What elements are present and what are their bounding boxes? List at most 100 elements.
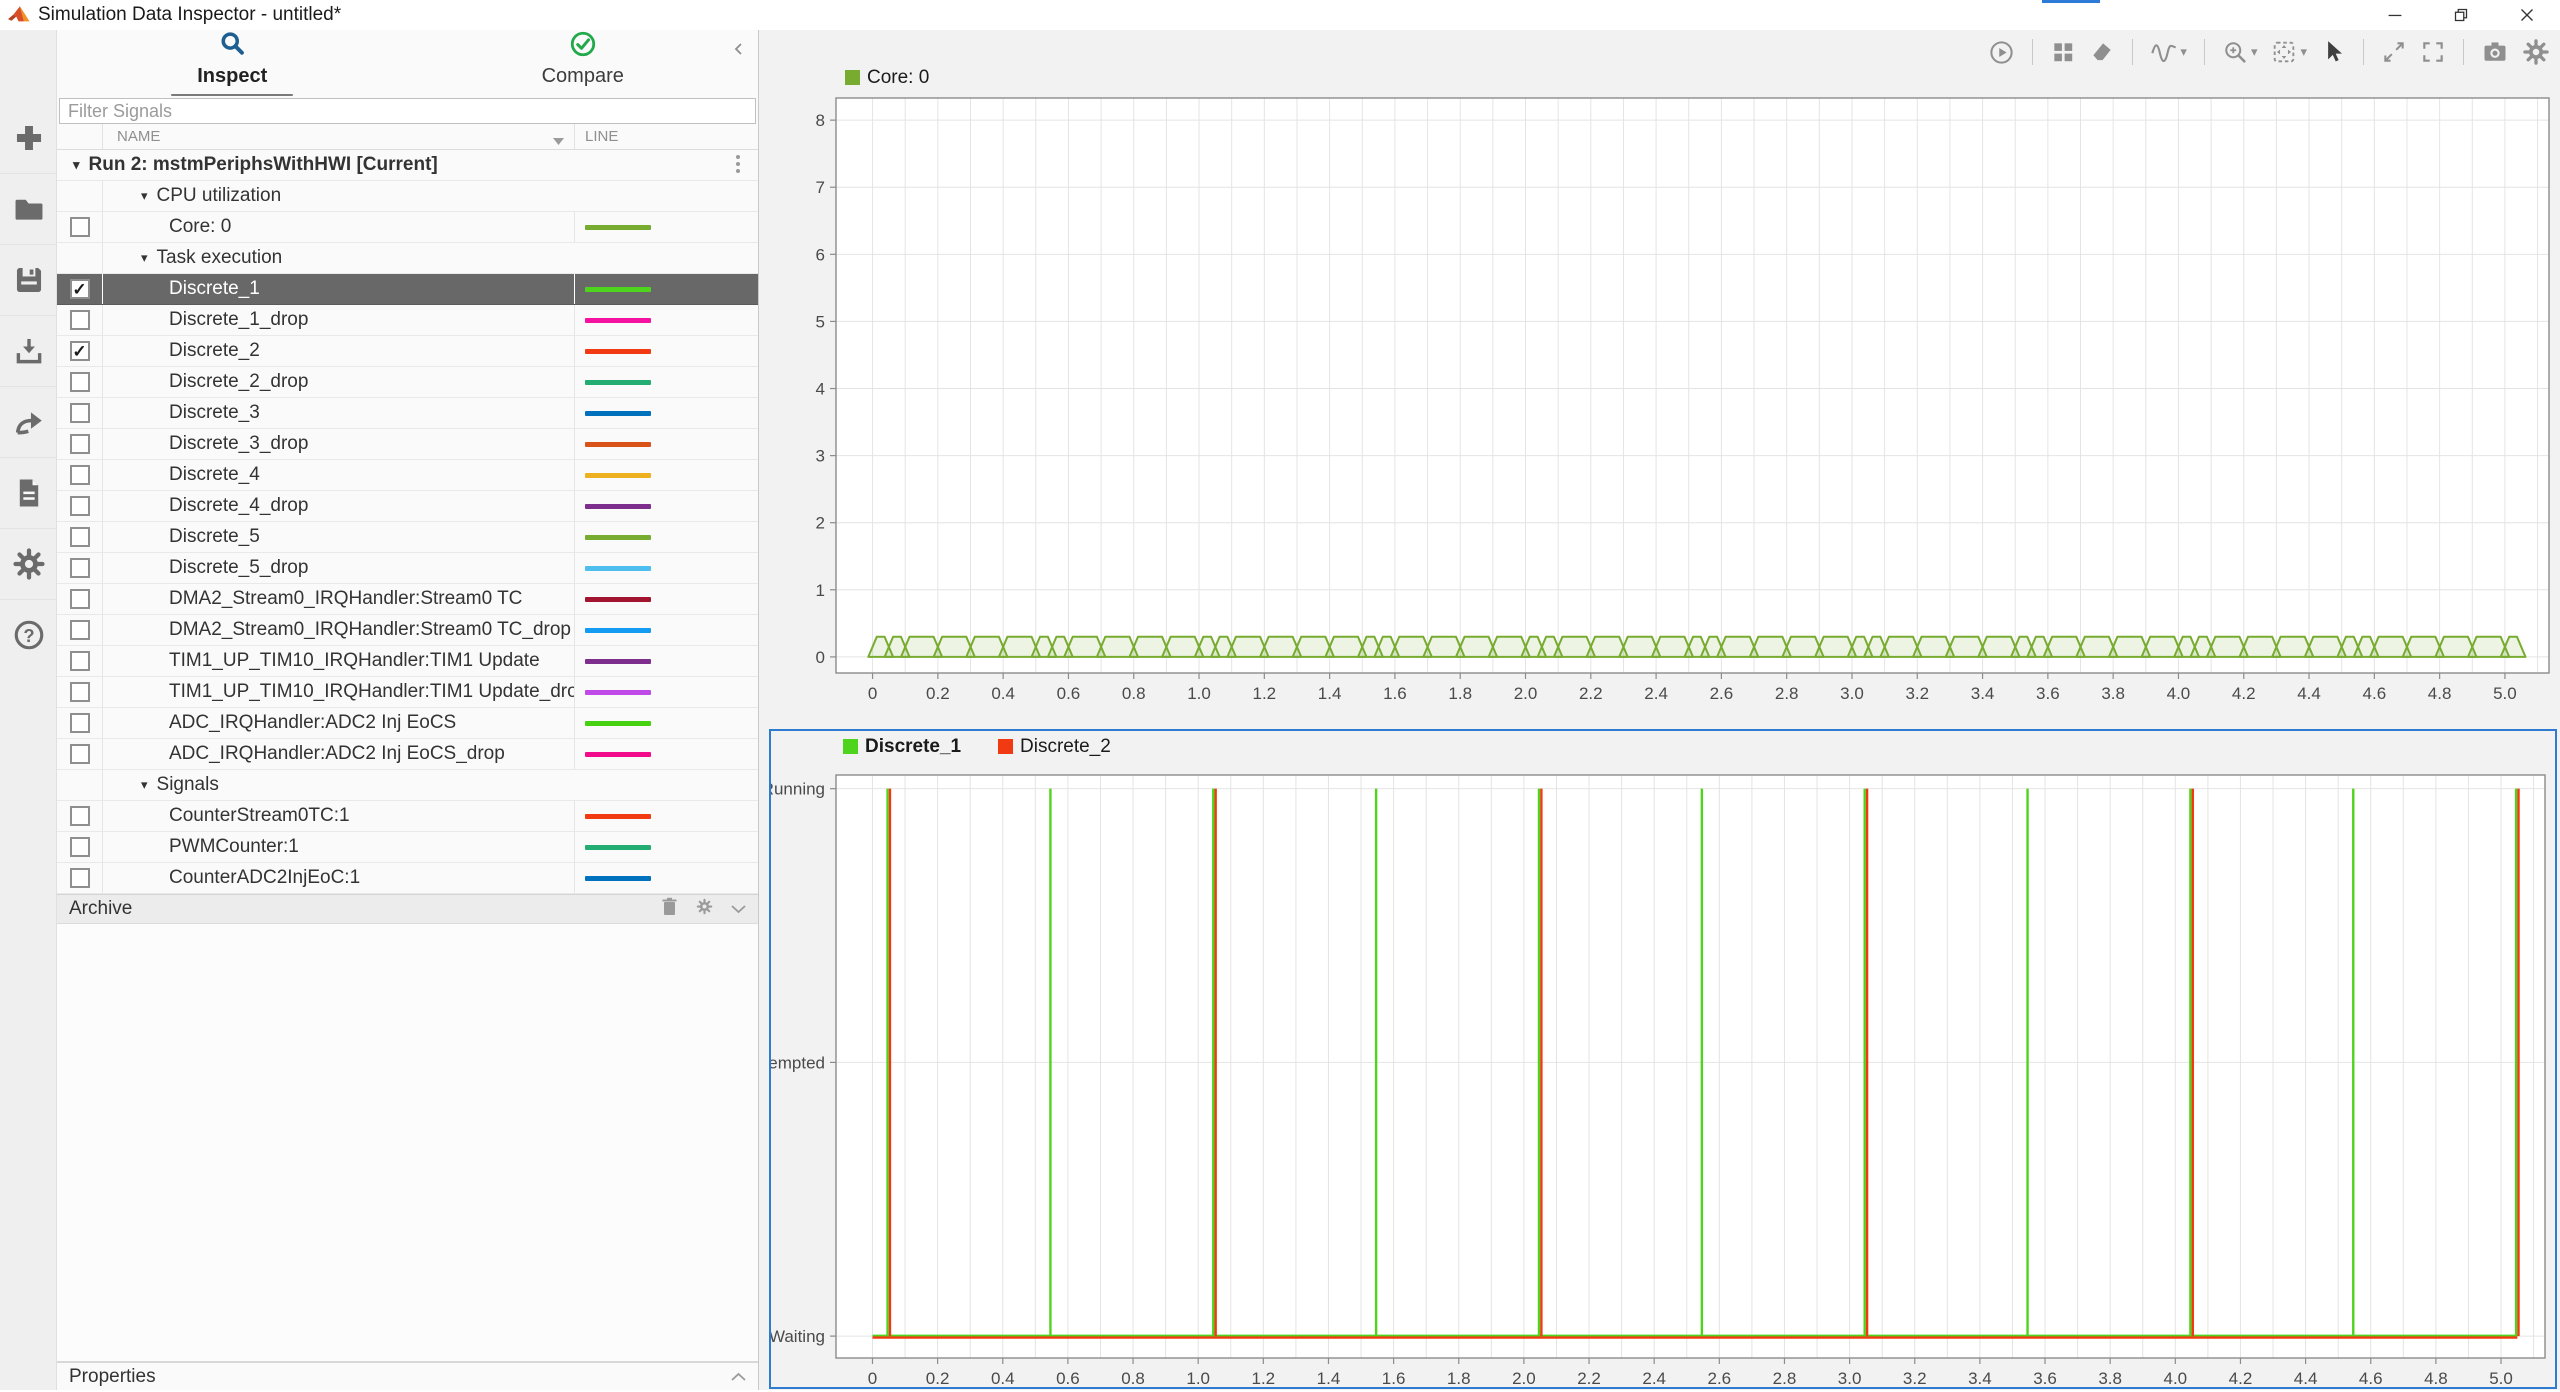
line-style-cell[interactable] (574, 212, 758, 242)
run-row[interactable]: ▾Run 2: mstmPeriphsWithHWI [Current] (57, 150, 758, 181)
archive-delete-icon[interactable] (661, 897, 678, 922)
expand-triangle-icon[interactable]: ▾ (141, 250, 148, 266)
group-row[interactable]: ▾CPU utilization (57, 181, 758, 212)
signal-row[interactable]: CounterStream0TC:1 (57, 801, 758, 832)
line-style-cell[interactable] (574, 801, 758, 831)
checkbox-cell[interactable] (57, 739, 103, 769)
signal-row[interactable]: Discrete_3 (57, 398, 758, 429)
expand-triangle-icon[interactable]: ▾ (73, 157, 80, 173)
line-style-cell[interactable] (574, 336, 758, 366)
checkbox-unchecked[interactable] (70, 527, 90, 547)
dropdown-caret-icon[interactable]: ▾ (2180, 44, 2187, 60)
line-style-cell[interactable] (574, 367, 758, 397)
tab-inspect[interactable]: Inspect (57, 30, 408, 96)
column-line[interactable]: LINE (574, 124, 758, 149)
expand-triangle-icon[interactable]: ▾ (141, 777, 148, 793)
run-menu-icon[interactable] (736, 155, 740, 173)
import-icon[interactable] (0, 315, 57, 386)
signal-row[interactable]: Core: 0 (57, 212, 758, 243)
column-name[interactable]: NAME (103, 124, 574, 149)
tab-compare[interactable]: Compare (408, 30, 759, 96)
line-style-cell[interactable] (574, 615, 758, 645)
checkbox-unchecked[interactable] (70, 589, 90, 609)
checkbox-checked[interactable]: ✓ (70, 341, 90, 361)
checkbox-cell[interactable] (57, 398, 103, 428)
archive-settings-icon[interactable] (696, 898, 713, 921)
checkbox-unchecked[interactable] (70, 465, 90, 485)
signal-row[interactable]: PWMCounter:1 (57, 832, 758, 863)
group-row[interactable]: ▾Signals (57, 770, 758, 801)
line-style-cell[interactable] (574, 553, 758, 583)
signal-row[interactable]: TIM1_UP_TIM10_IRQHandler:TIM1 Update (57, 646, 758, 677)
checkbox-cell[interactable] (57, 646, 103, 676)
checkbox-checked[interactable]: ✓ (70, 279, 90, 299)
line-style-cell[interactable] (574, 863, 758, 893)
signal-row[interactable]: ✓Discrete_2 (57, 336, 758, 367)
checkbox-unchecked[interactable] (70, 651, 90, 671)
checkbox-cell[interactable] (57, 677, 103, 707)
checkbox-unchecked[interactable] (70, 558, 90, 578)
checkbox-cell[interactable] (57, 863, 103, 893)
checkbox-cell[interactable] (57, 491, 103, 521)
signal-row[interactable]: CounterADC2InjEoC:1 (57, 863, 758, 894)
checkbox-cell[interactable] (57, 584, 103, 614)
settings-gear-icon[interactable] (0, 528, 57, 599)
line-style-cell[interactable] (574, 305, 758, 335)
signal-row[interactable]: Discrete_3_drop (57, 429, 758, 460)
checkbox-cell[interactable] (57, 708, 103, 738)
checkbox-cell[interactable] (57, 367, 103, 397)
signal-row[interactable]: Discrete_4 (57, 460, 758, 491)
help-icon[interactable]: ? (0, 599, 57, 670)
line-style-cell[interactable] (574, 429, 758, 459)
checkbox-unchecked[interactable] (70, 403, 90, 423)
export-share-icon[interactable] (0, 386, 57, 457)
properties-bar[interactable]: Properties (57, 1361, 758, 1390)
signal-row[interactable]: ADC_IRQHandler:ADC2 Inj EoCS (57, 708, 758, 739)
task-execution-plot-selected[interactable]: 00.20.40.60.81.01.21.41.61.82.02.22.42.6… (769, 729, 2557, 1389)
checkbox-unchecked[interactable] (70, 434, 90, 454)
expand-triangle-icon[interactable]: ▾ (141, 188, 148, 204)
line-style-cell[interactable] (574, 491, 758, 521)
line-style-cell[interactable] (574, 739, 758, 769)
checkbox-cell[interactable] (57, 832, 103, 862)
archive-bar[interactable]: Archive (57, 894, 758, 924)
checkbox-unchecked[interactable] (70, 837, 90, 857)
checkbox-cell[interactable] (57, 615, 103, 645)
signal-row[interactable]: TIM1_UP_TIM10_IRQHandler:TIM1 Update_dro… (57, 677, 758, 708)
checkbox-cell[interactable] (57, 460, 103, 490)
signal-row[interactable]: DMA2_Stream0_IRQHandler:Stream0 TC (57, 584, 758, 615)
signal-row[interactable]: Discrete_2_drop (57, 367, 758, 398)
checkbox-unchecked[interactable] (70, 310, 90, 330)
checkbox-unchecked[interactable] (70, 620, 90, 640)
checkbox-cell[interactable] (57, 553, 103, 583)
checkbox-cell[interactable] (57, 522, 103, 552)
checkbox-cell[interactable] (57, 305, 103, 335)
minimize-button[interactable] (2362, 0, 2428, 30)
signal-row[interactable]: ADC_IRQHandler:ADC2 Inj EoCS_drop (57, 739, 758, 770)
signal-row[interactable]: Discrete_5 (57, 522, 758, 553)
checkbox-unchecked[interactable] (70, 682, 90, 702)
checkbox-unchecked[interactable] (70, 806, 90, 826)
checkbox-unchecked[interactable] (70, 744, 90, 764)
line-style-cell[interactable] (574, 398, 758, 428)
checkbox-unchecked[interactable] (70, 713, 90, 733)
checkbox-unchecked[interactable] (70, 217, 90, 237)
checkbox-unchecked[interactable] (70, 496, 90, 516)
properties-expand-icon[interactable] (731, 1366, 746, 1388)
signal-row[interactable]: DMA2_Stream0_IRQHandler:Stream0 TC_drop (57, 615, 758, 646)
checkbox-unchecked[interactable] (70, 868, 90, 888)
checkbox-cell[interactable]: ✓ (57, 274, 103, 304)
dropdown-caret-icon[interactable]: ▾ (2251, 44, 2258, 60)
archive-collapse-icon[interactable] (731, 898, 746, 920)
checkbox-cell[interactable] (57, 212, 103, 242)
line-style-cell[interactable] (574, 646, 758, 676)
signal-row[interactable]: Discrete_4_drop (57, 491, 758, 522)
collapse-panel-icon[interactable] (728, 38, 750, 60)
filter-signals-input[interactable] (59, 98, 756, 124)
cpu-utilization-plot[interactable]: 00.20.40.60.81.01.21.41.61.82.02.22.42.6… (771, 60, 2555, 732)
open-folder-icon[interactable] (0, 173, 57, 244)
signal-row[interactable]: Discrete_1_drop (57, 305, 758, 336)
checkbox-cell[interactable]: ✓ (57, 336, 103, 366)
line-style-cell[interactable] (574, 677, 758, 707)
group-row[interactable]: ▾Task execution (57, 243, 758, 274)
